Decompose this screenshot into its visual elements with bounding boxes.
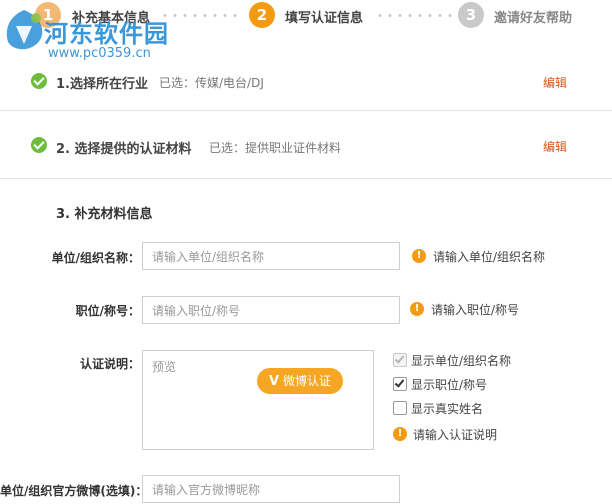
- show-position-label: 显示职位/称号: [411, 378, 488, 392]
- weibo-verify-label: 微博认证: [283, 374, 332, 388]
- edit-industry-link[interactable]: 编辑: [543, 74, 567, 91]
- position-label: 职位/称号：: [75, 304, 140, 318]
- official-weibo-input[interactable]: 请输入官方微博昵称: [142, 475, 400, 503]
- warning-icon: !: [410, 302, 424, 316]
- description-textarea[interactable]: 预览 V 微博认证: [142, 350, 374, 450]
- description-label: 认证说明：: [79, 357, 140, 371]
- weibo-v-icon: V: [268, 374, 280, 389]
- form-title: 3. 补充材料信息: [56, 207, 153, 222]
- weibo-verify-button[interactable]: V 微博认证: [257, 368, 343, 394]
- section-title: 1.选择所在行业: [56, 77, 148, 92]
- step-connector: [375, 14, 455, 17]
- official-weibo-label: 单位/组织官方微博(选填)：: [0, 484, 148, 498]
- step-3-badge: 3: [458, 2, 484, 28]
- show-org-checkbox[interactable]: [393, 353, 407, 367]
- section-selected: 已选：提供职业证件材料: [209, 141, 342, 155]
- check-icon: [31, 137, 47, 153]
- show-realname-label: 显示真实姓名: [411, 402, 484, 416]
- step-2-badge: 2: [249, 2, 275, 28]
- description-warning: 请输入认证说明: [413, 428, 498, 442]
- check-icon: [31, 73, 47, 89]
- show-realname-checkbox[interactable]: [393, 401, 407, 415]
- org-name-label: 单位/组织名称：: [51, 251, 140, 265]
- step-3-label: 邀请好友帮助: [494, 11, 573, 26]
- show-position-checkbox[interactable]: [393, 377, 407, 391]
- section-materials: 2. 选择提供的认证材料 已选：提供职业证件材料 编辑: [0, 111, 612, 179]
- description-placeholder: 预览: [152, 360, 177, 374]
- section-industry: 1.选择所在行业 已选：传媒/电台/DJ 编辑: [0, 38, 612, 111]
- step-2-label: 填写认证信息: [285, 11, 364, 26]
- section-selected: 已选：传媒/电台/DJ: [159, 76, 264, 90]
- warning-icon: !: [412, 249, 426, 263]
- edit-materials-link[interactable]: 编辑: [543, 138, 567, 155]
- org-name-input[interactable]: 请输入单位/组织名称: [142, 242, 400, 270]
- org-name-warning: 请输入单位/组织名称: [433, 250, 546, 264]
- position-input[interactable]: 请输入职位/称号: [142, 296, 400, 324]
- show-org-label: 显示单位/组织名称: [411, 354, 512, 368]
- section-title: 2. 选择提供的认证材料: [56, 142, 192, 157]
- position-warning: 请输入职位/称号: [431, 303, 520, 317]
- warning-icon: !: [393, 427, 407, 441]
